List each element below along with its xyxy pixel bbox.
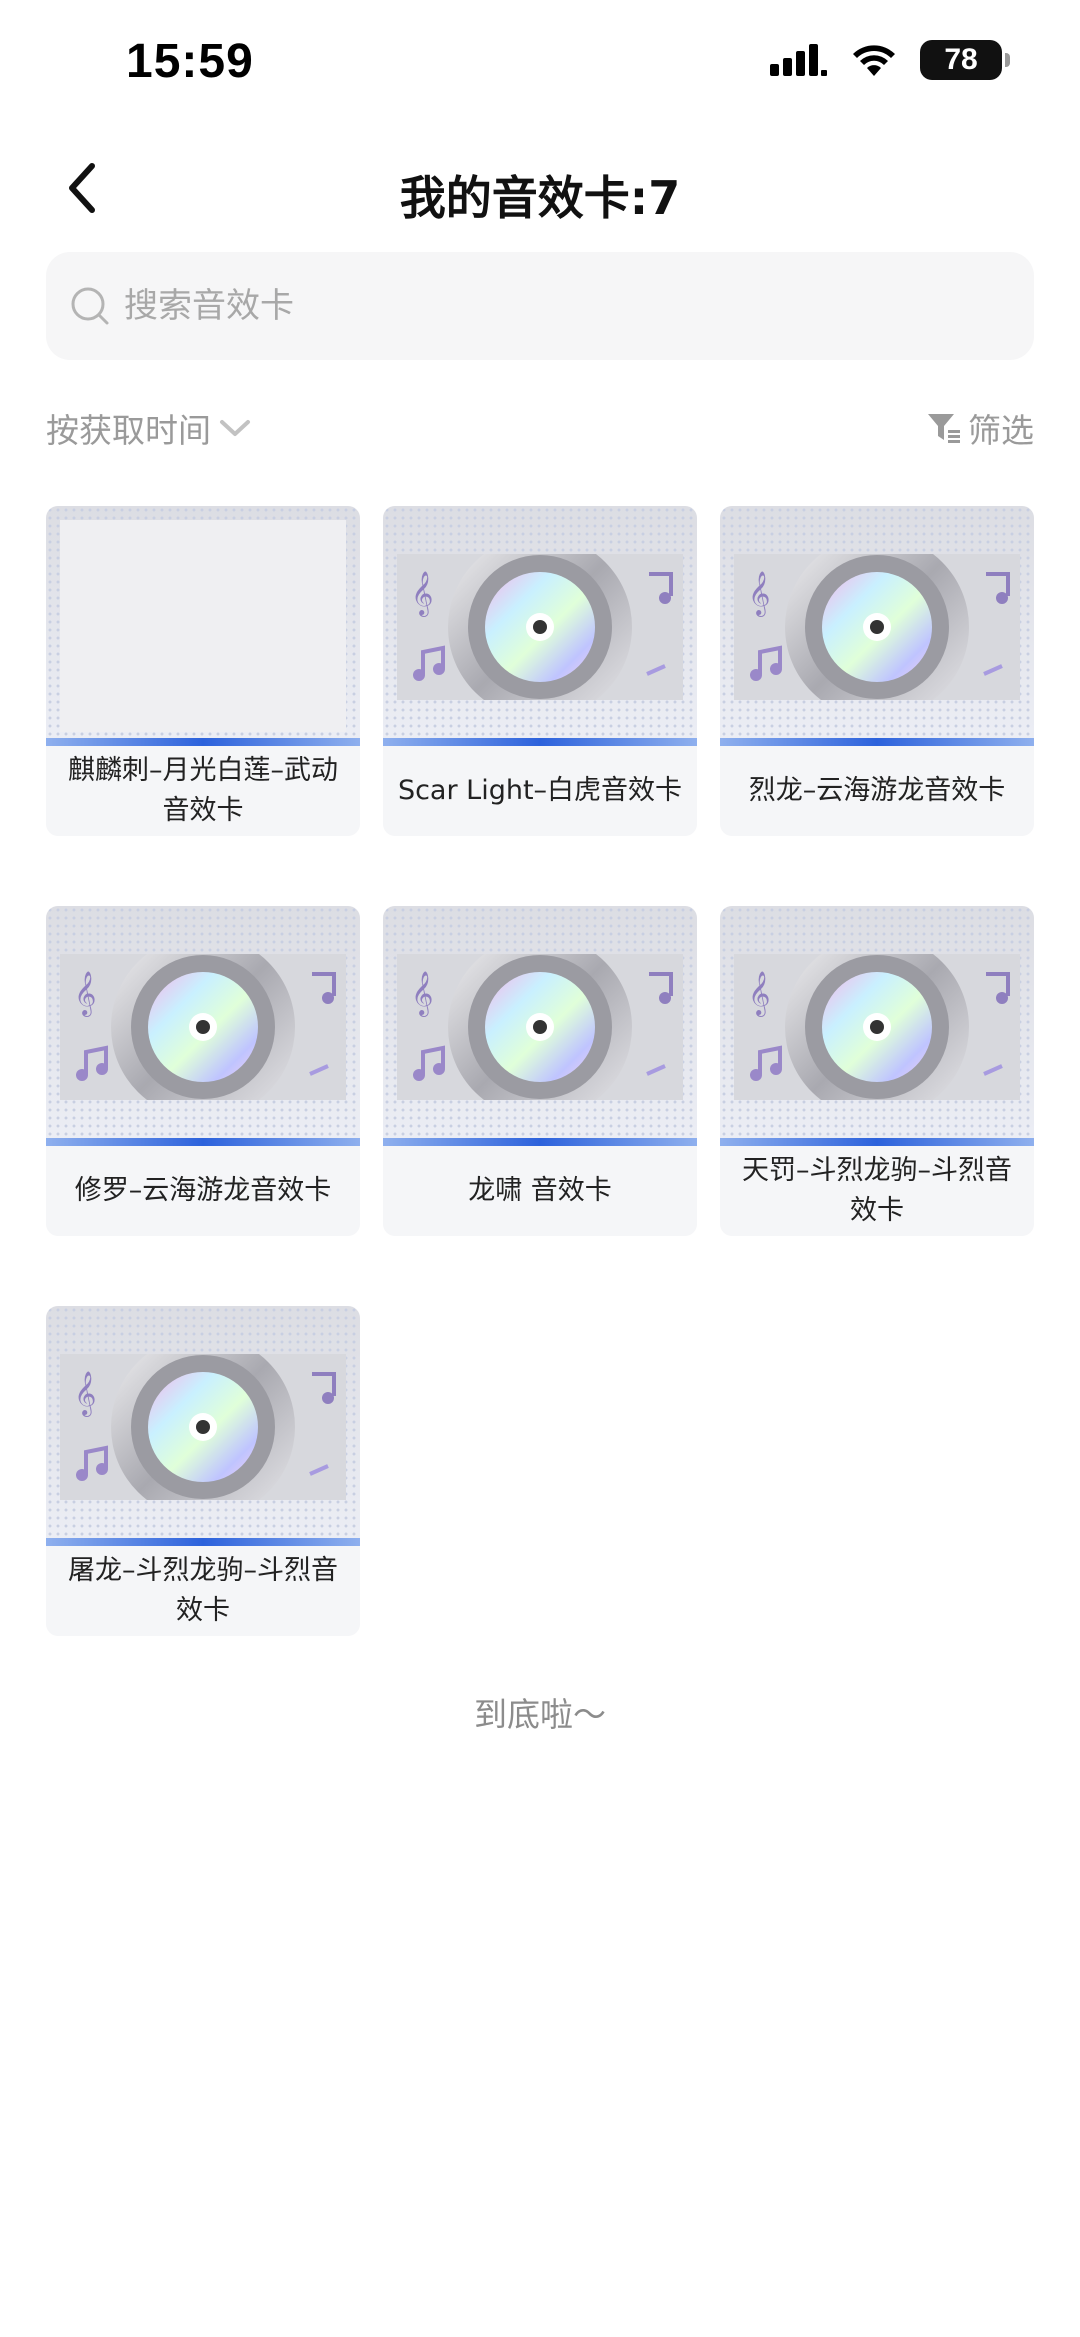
image-placeholder [60, 520, 346, 732]
sound-card-image: 𝄞 [720, 906, 1034, 1146]
sound-card-label: 龙啸 音效卡 [468, 1175, 612, 1206]
sound-card[interactable]: 𝄞 屠龙–斗烈龙驹–斗烈音效卡 [46, 1306, 360, 1636]
sort-label: 按获取时间 [46, 411, 211, 450]
wifi-icon [853, 45, 895, 76]
sound-card-label: 麒麟刺–月光白莲–武动音效卡 [68, 755, 338, 826]
status-icons: 78 [770, 40, 1010, 80]
svg-text:𝄞: 𝄞 [74, 1371, 96, 1417]
sound-card-image: 𝄞 [720, 506, 1034, 746]
cd-disc-icon: 𝄞 [60, 954, 346, 1100]
sound-card-label: 烈龙–云海游龙音效卡 [748, 775, 1006, 806]
sort-dropdown[interactable]: 按获取时间 [46, 404, 253, 452]
sound-card-label: 屠龙–斗烈龙驹–斗烈音效卡 [68, 1555, 338, 1626]
svg-text:𝄞: 𝄞 [748, 971, 770, 1017]
sound-card-image: 𝄞 [383, 506, 697, 746]
sound-card[interactable]: 𝄞 龙啸 音效卡 [383, 906, 697, 1236]
battery-icon: 78 [920, 40, 1010, 80]
cd-disc-icon: 𝄞 [397, 554, 683, 700]
header: 我的音效卡:7 [0, 140, 1080, 240]
search-input[interactable] [124, 252, 1034, 360]
cd-disc-icon: 𝄞 [60, 1354, 346, 1500]
svg-text:𝄞: 𝄞 [748, 571, 770, 617]
sound-card[interactable]: 𝄞 Scar Light–白虎音效卡 [383, 506, 697, 836]
sound-card-label: Scar Light–白虎音效卡 [397, 775, 683, 806]
sort-filter-row: 按获取时间 筛选 [46, 404, 1034, 460]
search-icon [71, 287, 109, 325]
sound-card-image [46, 506, 360, 746]
status-bar: 15:59 78 [0, 0, 1080, 130]
chevron-down-icon [220, 420, 250, 436]
cd-disc-icon: 𝄞 [734, 554, 1020, 700]
sound-card-image: 𝄞 [46, 906, 360, 1146]
sound-card-label: 修罗–云海游龙音效卡 [74, 1175, 332, 1206]
svg-text:𝄞: 𝄞 [74, 971, 96, 1017]
page-title: 我的音效卡:7 [399, 171, 681, 225]
sound-card-grid: 麒麟刺–月光白莲–武动音效卡 𝄞 Scar Light–白虎音效卡 𝄞 烈龙–云… [46, 506, 1034, 1636]
sound-card[interactable]: 𝄞 修罗–云海游龙音效卡 [46, 906, 360, 1236]
sound-card[interactable]: 𝄞 烈龙–云海游龙音效卡 [720, 506, 1034, 836]
svg-text:𝄞: 𝄞 [411, 571, 433, 617]
cellular-signal-icon [770, 44, 827, 76]
end-of-list-text: 到底啦～ [474, 1695, 606, 1734]
cd-disc-icon: 𝄞 [734, 954, 1020, 1100]
sound-card[interactable]: 𝄞 天罚–斗烈龙驹–斗烈音效卡 [720, 906, 1034, 1236]
svg-text:𝄞: 𝄞 [411, 971, 433, 1017]
status-time: 15:59 [126, 35, 254, 88]
filter-label: 筛选 [968, 411, 1034, 450]
page: 15:59 78 我的音效卡:7 搜索音效卡 按获取时间 筛选 麒麟刺–月光白莲… [0, 0, 1080, 2337]
cd-disc-icon: 𝄞 [397, 954, 683, 1100]
search-box[interactable] [46, 252, 1034, 360]
sound-card-label: 天罚–斗烈龙驹–斗烈音效卡 [742, 1155, 1012, 1226]
sound-card[interactable]: 麒麟刺–月光白莲–武动音效卡 [46, 506, 360, 836]
filter-icon [928, 414, 960, 443]
sound-card-image: 𝄞 [46, 1306, 360, 1546]
sound-card-image: 𝄞 [383, 906, 697, 1146]
filter-button[interactable]: 筛选 [926, 404, 1034, 452]
battery-level: 78 [944, 43, 978, 76]
